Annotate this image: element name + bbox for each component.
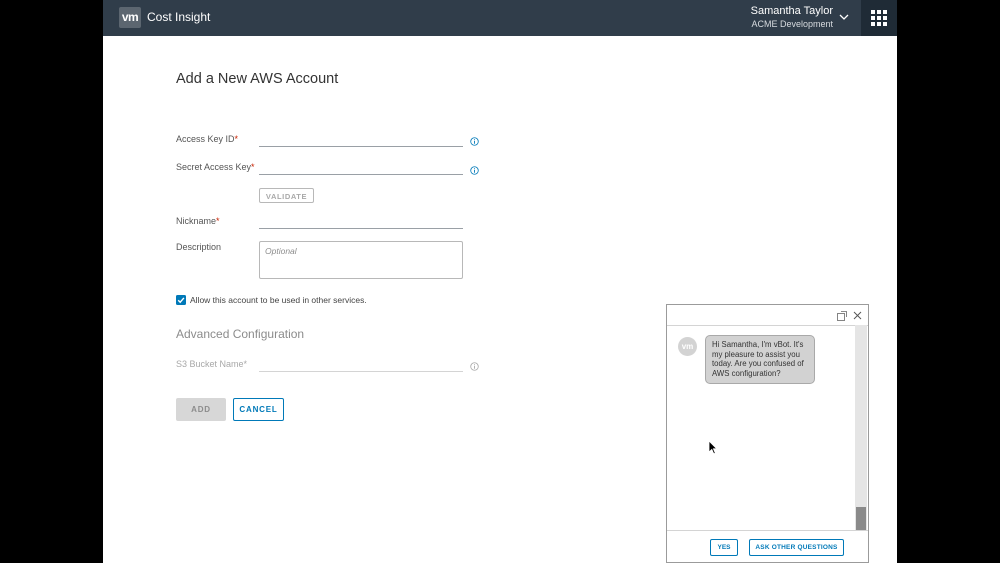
chatbot-panel: vm Hi Samantha, I'm vBot. It's my pleasu… (666, 304, 869, 563)
chat-footer: YES ASK OTHER QUESTIONS (667, 530, 868, 563)
secret-key-input[interactable] (259, 160, 463, 175)
top-header: vm Cost Insight Samantha Taylor ACME Dev… (103, 0, 897, 36)
info-icon[interactable] (470, 166, 479, 175)
user-name[interactable]: Samantha Taylor (633, 5, 833, 17)
apps-menu-button[interactable] (861, 0, 897, 36)
chat-scrollbar-thumb[interactable] (856, 507, 866, 530)
mouse-cursor-icon (708, 440, 718, 455)
s3-bucket-label: S3 Bucket Name* (176, 359, 248, 369)
bot-message-bubble: Hi Samantha, I'm vBot. It's my pleasure … (705, 335, 815, 384)
app-title: Cost Insight (147, 10, 211, 24)
bot-avatar: vm (678, 337, 697, 356)
page-title: Add a New AWS Account (176, 71, 339, 87)
info-icon[interactable] (470, 362, 479, 371)
popout-icon[interactable] (837, 311, 847, 321)
share-account-label[interactable]: Allow this account to be used in other s… (190, 295, 367, 305)
validate-button[interactable]: VALIDATE (259, 188, 314, 203)
user-organization[interactable]: ACME Development (633, 19, 833, 29)
access-key-label: Access Key ID* (176, 134, 239, 144)
ask-other-questions-button[interactable]: ASK OTHER QUESTIONS (749, 539, 844, 556)
vmware-logo: vm (119, 7, 141, 28)
chat-titlebar (667, 305, 868, 326)
add-button[interactable]: ADD (176, 398, 226, 421)
description-textarea[interactable] (259, 241, 463, 279)
s3-bucket-input[interactable] (259, 357, 463, 372)
apps-grid-icon (871, 10, 887, 26)
yes-button[interactable]: YES (710, 539, 738, 556)
chat-scrollbar[interactable] (855, 325, 867, 530)
share-account-checkbox[interactable] (176, 295, 186, 305)
cancel-button[interactable]: CANCEL (233, 398, 284, 421)
advanced-configuration-title: Advanced Configuration (176, 327, 305, 341)
description-label: Description (176, 242, 222, 252)
chevron-down-icon[interactable] (838, 11, 850, 23)
info-icon[interactable] (470, 137, 479, 146)
nickname-label: Nickname* (176, 216, 220, 226)
access-key-input[interactable] (259, 132, 463, 147)
secret-key-label: Secret Access Key* (176, 162, 255, 172)
nickname-input[interactable] (259, 214, 463, 229)
close-icon[interactable] (853, 311, 862, 320)
